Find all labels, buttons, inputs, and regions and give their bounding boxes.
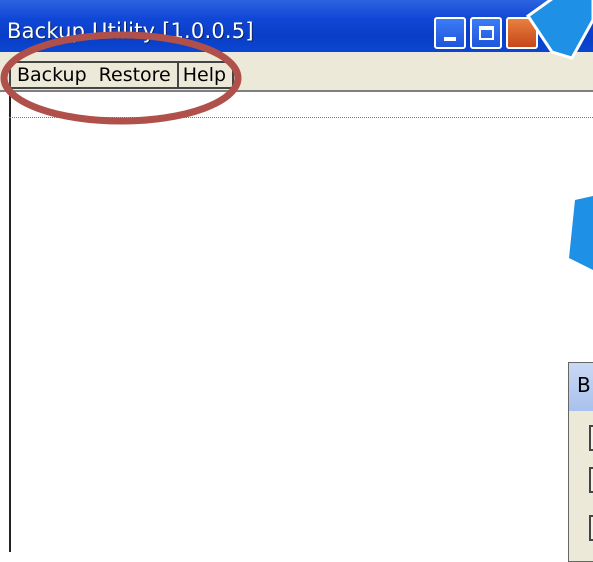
minimize-button[interactable] [434,17,466,49]
backup-dialog: B [568,362,593,562]
maximize-button[interactable] [470,17,502,49]
window-title: Backup Utility [1.0.0.5] [7,19,254,43]
menu-group: Backup Restore Help [9,61,235,89]
dialog-checkbox-1[interactable] [589,425,593,451]
client-area [9,92,593,552]
menu-restore[interactable]: Restore [93,63,177,87]
dialog-checkbox-2[interactable] [589,467,593,493]
minimize-icon [444,37,456,41]
close-button[interactable] [506,17,538,49]
dialog-title: B [569,363,593,411]
maximize-icon [479,26,494,40]
menu-backup[interactable]: Backup [11,63,93,87]
menu-help[interactable]: Help [176,63,232,87]
dialog-checkbox-3[interactable] [589,515,593,541]
dotted-separator [9,117,593,118]
menu-bar: Backup Restore Help [0,52,593,92]
title-bar: Backup Utility [1.0.0.5] [0,0,593,52]
